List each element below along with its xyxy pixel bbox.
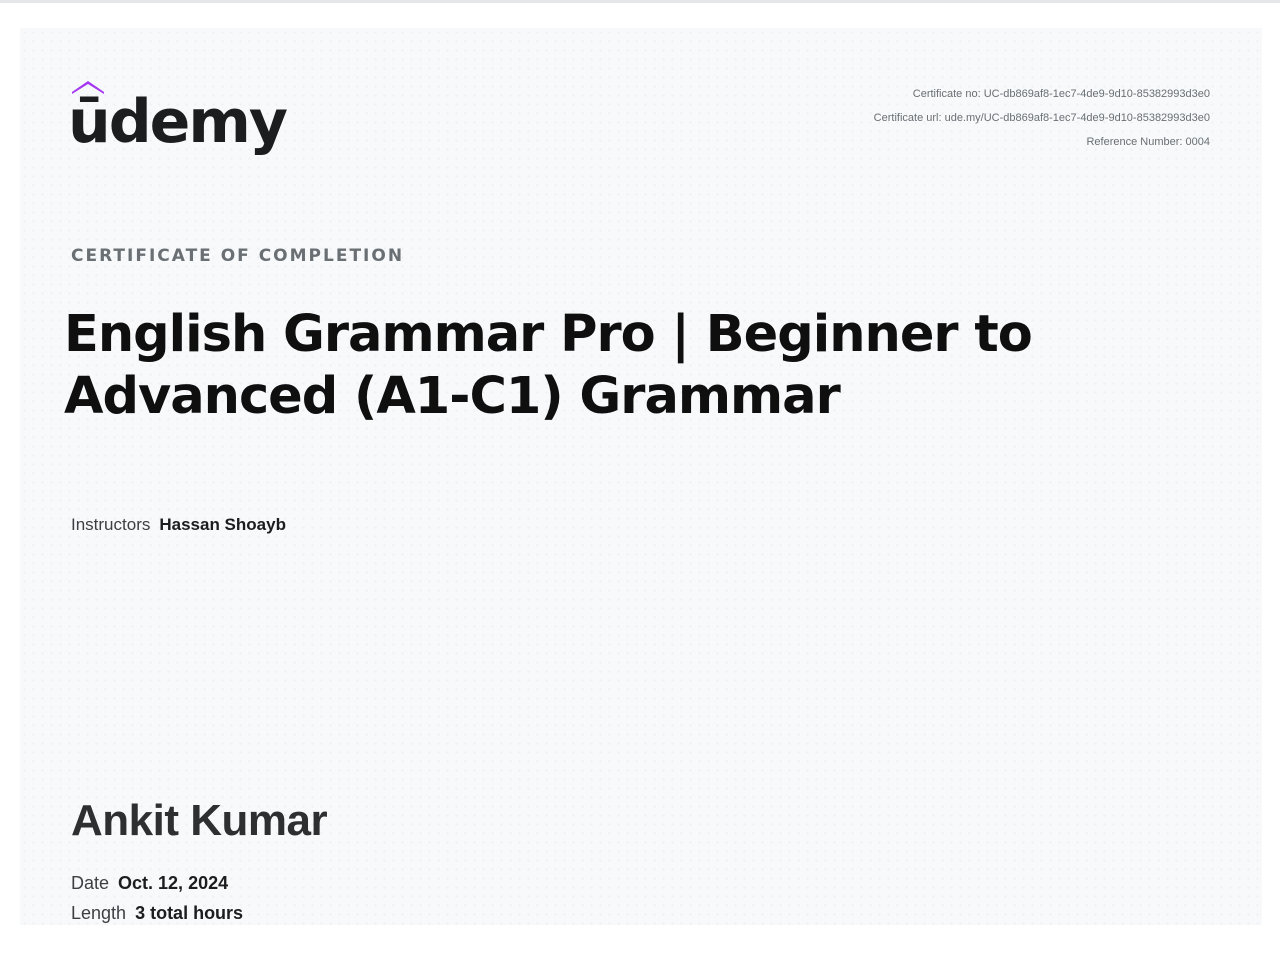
instructors-label: Instructors [71, 515, 151, 534]
certificate-number: Certificate no: UC-db869af8-1ec7-4de9-9d… [912, 88, 1210, 100]
certificate-document: ūdemy Certificate no: UC-db869af8-1ec7-4… [20, 28, 1262, 925]
recipient-name: Ankit Kumar [71, 796, 328, 845]
certificate-url: Certificate url: ude.my/UC-db869af8-1ec7… [873, 112, 1210, 124]
course-title-line-2: Advanced (A1-C1) Grammar [64, 367, 841, 426]
date-label: Date [71, 873, 110, 893]
length-label: Length [71, 903, 127, 923]
reference-number: Reference Number: 0004 [1086, 136, 1210, 148]
date-row: Date Oct. 12, 2024 [71, 873, 228, 894]
instructors-value: Hassan Shoayb [159, 515, 286, 534]
top-border [0, 0, 1280, 3]
certificate-heading: CERTIFICATE OF COMPLETION [71, 246, 405, 266]
date-value: Oct. 12, 2024 [118, 873, 229, 893]
udemy-logo-wordmark: ūdemy [68, 87, 288, 157]
length-value: 3 total hours [135, 903, 244, 923]
course-title-line-1: English Grammar Pro | Beginner to [64, 305, 1033, 364]
udemy-logo: ūdemy [68, 76, 288, 166]
certificate-metadata: Certificate no: UC-db869af8-1ec7-4de9-9d… [874, 82, 1210, 154]
instructors-row: Instructors Hassan Shoayb [71, 515, 286, 535]
length-row: Length 3 total hours [71, 903, 243, 924]
course-title: English Grammar Pro | Beginner to Advanc… [64, 304, 1064, 428]
